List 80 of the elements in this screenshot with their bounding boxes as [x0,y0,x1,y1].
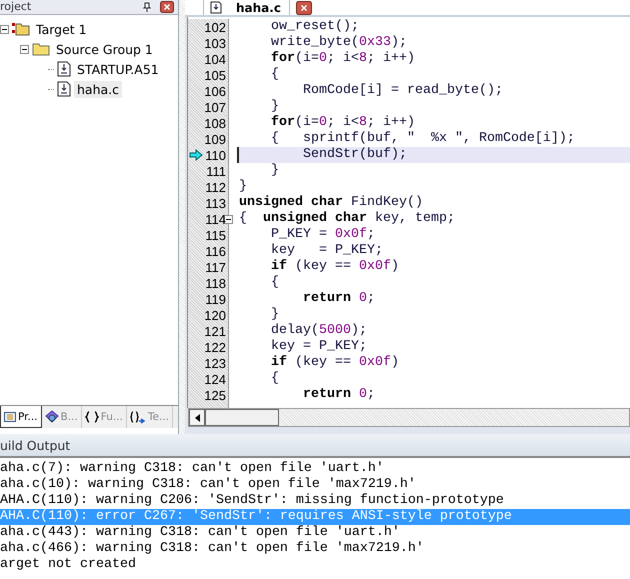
line-number: 120 [204,308,226,322]
line-number: 116 [205,244,226,258]
folder-icon [32,42,50,56]
line-number: 115 [205,228,226,242]
code-line: if (key == 0x0f) [270,259,399,274]
line-number: 103 [204,36,226,50]
line-number: 124 [204,372,226,386]
template-icon [130,410,146,424]
line-number: 122 [204,340,226,354]
file-tab[interactable]: haha.c [203,0,290,15]
book-icon [44,410,59,424]
file-icon [57,61,71,77]
code-line: { [270,275,279,290]
left-arrow-icon [194,414,200,422]
project-icon [4,410,16,422]
output-line[interactable]: AHA.C(110): warning C206: 'SendStr': missing function-prototype [0,493,630,509]
output-line[interactable]: arget not created [0,557,630,573]
line-number: 107 [204,100,226,114]
line-number: 125 [204,388,226,402]
code-line: delay(5000); [270,323,367,338]
tree-item[interactable]: haha.c [74,80,122,98]
braces-icon [84,411,99,423]
line-number: 110 [205,148,226,162]
collapse-icon[interactable] [0,24,9,34]
line-number: 118 [205,276,226,290]
close-icon[interactable] [296,1,312,15]
line-number: 121 [204,324,226,338]
collapse-icon[interactable] [224,214,233,224]
tree-item[interactable]: STARTUP.A51 [74,60,162,78]
line-number: 119 [205,292,226,306]
line-number: 109 [204,132,226,146]
code-line: for(i=0; i<8; i++) [270,51,415,66]
line-number: 105 [204,68,226,82]
line-number: 114 [205,212,226,226]
code-line: key = P_KEY; [270,243,383,258]
output-line[interactable]: aha.c(466): warning C318: can't open file 'max7219.h' [0,541,630,557]
close-icon[interactable] [160,1,174,13]
code-line: P_KEY = 0x0f; [270,227,375,242]
code-line: { unsigned char key, temp; [239,211,455,226]
code-line: RomCode[i] = read_byte(); [302,83,503,98]
line-number: 117 [205,260,226,274]
code-line: } [270,99,279,114]
line-number: 102 [204,20,226,34]
line-number: 112 [205,180,226,194]
code-line: for(i=0; i<8; i++) [270,115,415,130]
target-icon [12,21,30,37]
code-line: { sprintf(buf, " %x ", RomCode[i]); [270,131,575,146]
panel-tab[interactable]: Pr... [0,406,42,428]
line-number: 108 [204,116,226,130]
line-number: 113 [205,196,226,210]
panel-title: uild Output [0,438,70,452]
output-line[interactable]: aha.c(10): warning C318: can't open file 'max7219.h' [0,477,630,493]
horizontal-scrollbar[interactable] [188,408,630,427]
file-icon [57,81,71,97]
code-line: SendStr(buf); [302,147,407,162]
tree-item[interactable]: Source Group 1 [53,40,156,58]
scrollbar-thumb[interactable] [205,409,279,426]
line-number: 123 [204,356,226,370]
code-line: { [270,371,279,386]
code-line: key = P_KEY; [270,339,367,354]
output-line[interactable]: aha.c(443): warning C318: can't open file 'uart.h' [0,525,630,541]
pin-icon[interactable] [142,2,152,12]
output-line[interactable]: aha.c(7): warning C318: can't open file 'uart.h' [0,461,630,477]
code-line: } [270,307,279,322]
code-line: if (key == 0x0f) [270,355,399,370]
code-line: ow_reset(); [270,19,359,34]
code-line: } [239,179,247,194]
tree-item[interactable]: Target 1 [33,20,90,38]
code-line: } [270,163,279,178]
line-number: 106 [204,84,226,98]
panel-title: roject [0,1,32,13]
code-line: { [270,67,279,82]
code-line: unsigned char FindKey() [239,195,423,210]
code-line: return 0; [302,387,375,402]
line-number: 104 [204,52,226,66]
code-line: write_byte(0x33); [270,35,407,50]
code-line: return 0; [302,291,375,306]
collapse-icon[interactable] [20,44,29,54]
scroll-left-button[interactable] [189,409,205,426]
line-number: 111 [206,164,226,178]
